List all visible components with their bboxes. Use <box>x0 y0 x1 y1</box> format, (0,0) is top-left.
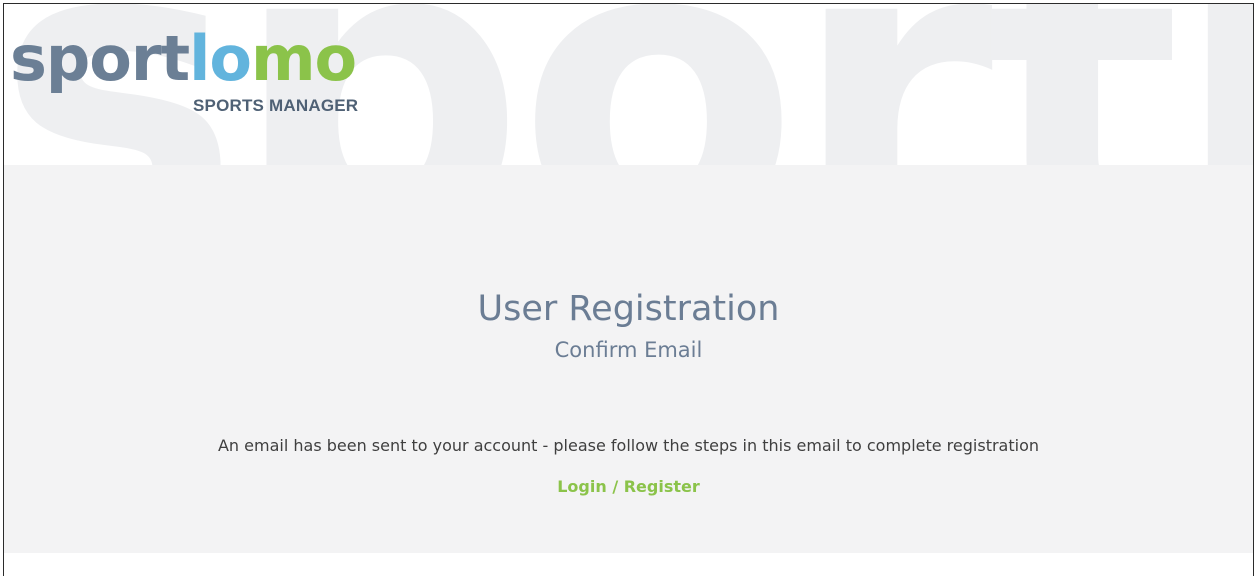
page-title: User Registration <box>477 289 780 329</box>
logo-part-lo: lo <box>189 22 252 95</box>
page-subtitle: Confirm Email <box>554 338 703 362</box>
logo-wordmark: sportlomo <box>10 28 357 90</box>
page-frame: sportlomo sportlomo SPORTS MANAGER User … <box>3 3 1254 576</box>
confirmation-message: An email has been sent to your account -… <box>217 436 1039 455</box>
registration-panel: User Registration Confirm Email An email… <box>4 287 1253 497</box>
logo-tagline: SPORTS MANAGER <box>193 96 359 115</box>
logo-part-sport: sport <box>10 22 190 95</box>
login-register-link[interactable]: Login / Register <box>557 477 700 497</box>
sportlomo-logo[interactable]: sportlomo SPORTS MANAGER <box>10 28 362 120</box>
logo-part-mo: mo <box>250 22 357 95</box>
